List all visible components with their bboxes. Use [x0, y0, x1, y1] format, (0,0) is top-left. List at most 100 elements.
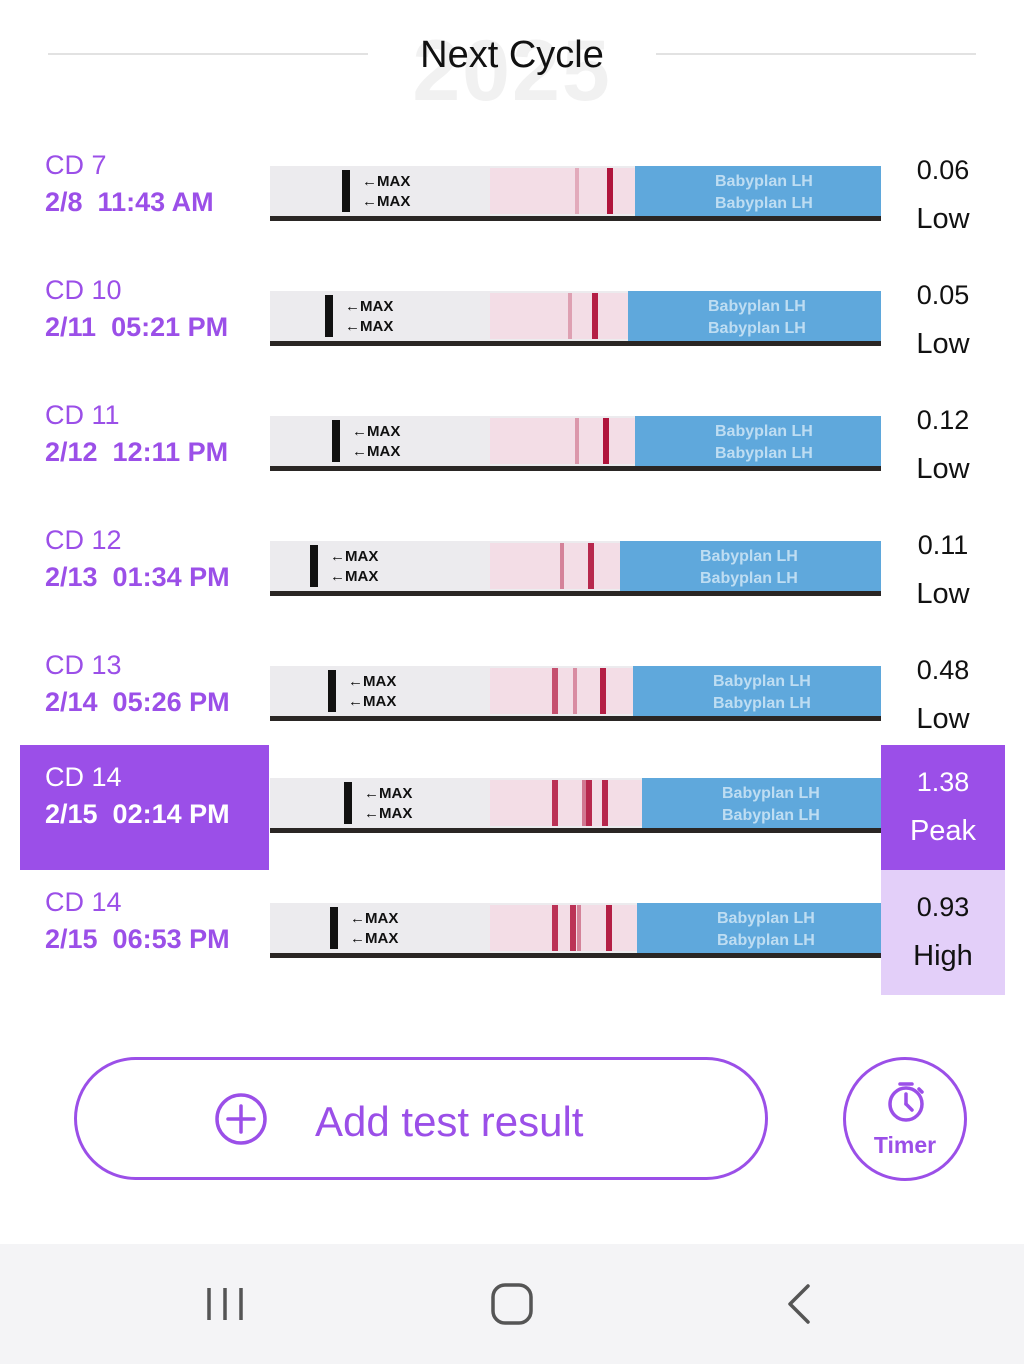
test-strip-graphic: ←MAX ←MAX Babyplan LH Babyplan LH — [270, 541, 881, 596]
lh-level-label: Low — [916, 328, 970, 360]
strip-handle-mark — [325, 295, 333, 337]
cycle-day-label: CD 13 — [45, 650, 122, 680]
test-strip-graphic: ←MAX ←MAX Babyplan LH Babyplan LH — [270, 291, 881, 346]
strip-max-label: ←MAX — [350, 910, 398, 927]
strip-shadow — [270, 216, 881, 221]
test-strip-image[interactable]: ←MAX ←MAX Babyplan LH Babyplan LH — [270, 541, 881, 596]
lh-ratio-value: 0.06 — [916, 155, 970, 185]
stopwatch-icon — [888, 1082, 924, 1122]
back-icon[interactable] — [776, 1282, 824, 1326]
test-strip-graphic: ←MAX ←MAX Babyplan LH Babyplan LH — [270, 166, 881, 221]
test-strip-image[interactable]: ←MAX ←MAX Babyplan LH Babyplan LH — [270, 778, 881, 833]
strip-test-line — [603, 418, 609, 464]
strip-sample-zone — [490, 293, 628, 339]
strip-handle-mark — [330, 907, 338, 949]
strip-test-line — [586, 780, 592, 826]
strip-sample-zone — [490, 543, 620, 589]
lh-test-log-screen: 2025 Next Cycle CD 7 2/8 11:43 AM ←MAX ←M… — [0, 0, 1024, 1364]
test-entry-row[interactable]: CD 11 2/12 12:11 PM ←MAX ←MAX Babyplan LH B… — [0, 383, 1024, 508]
recent-apps-icon[interactable] — [201, 1282, 249, 1326]
test-datetime: 2/14 05:26 PM — [45, 687, 230, 717]
strip-test-line — [552, 905, 558, 951]
strip-brand-text: Babyplan LH — [722, 785, 820, 802]
cycle-day-label: CD 11 — [45, 400, 120, 430]
test-entry-row[interactable]: CD 13 2/14 05:26 PM ←MAX ←MAX Babyplan LH B… — [0, 633, 1024, 758]
cycle-day-label: CD 14 — [45, 887, 122, 917]
test-datetime: 2/12 12:11 PM — [45, 437, 229, 467]
strip-test-line — [607, 168, 613, 214]
strip-sample-zone — [490, 668, 633, 714]
lh-level-label: Low — [916, 578, 970, 610]
strip-test-line — [552, 668, 558, 714]
entry-date-cell: CD 12 2/13 01:34 PM — [20, 508, 269, 633]
strip-shadow — [270, 341, 881, 346]
test-strip-image[interactable]: ←MAX ←MAX Babyplan LH Babyplan LH — [270, 666, 881, 721]
entry-result-cell: 0.05 Low — [881, 258, 1005, 383]
entry-date-cell: CD 11 2/12 12:11 PM — [20, 383, 269, 508]
test-datetime: 2/13 01:34 PM — [45, 562, 230, 592]
strip-test-line — [592, 293, 598, 339]
strip-shadow — [270, 466, 881, 471]
strip-brand-text: Babyplan LH — [715, 195, 813, 212]
test-entry-row[interactable]: CD 12 2/13 01:34 PM ←MAX ←MAX Babyplan LH B… — [0, 508, 1024, 633]
test-datetime: 2/11 05:21 PM — [45, 312, 229, 342]
strip-control-line — [573, 668, 577, 714]
lh-level-label: Low — [916, 453, 970, 485]
strip-handle-mark — [328, 670, 336, 712]
strip-handle-mark — [342, 170, 350, 212]
strip-test-line — [600, 668, 606, 714]
strip-max-label: ←MAX — [362, 193, 410, 210]
lh-level-label: High — [913, 940, 973, 972]
strip-test-line — [602, 780, 608, 826]
plus-circle-icon — [215, 1093, 267, 1145]
test-strip-image[interactable]: ←MAX ←MAX Babyplan LH Babyplan LH — [270, 291, 881, 346]
strip-test-line — [606, 905, 612, 951]
strip-handle-mark — [310, 545, 318, 587]
test-entry-row[interactable]: CD 10 2/11 05:21 PM ←MAX ←MAX Babyplan LH B… — [0, 258, 1024, 383]
entry-result-cell-peak: 1.38 Peak — [881, 745, 1005, 870]
entry-result-cell: 0.12 Low — [881, 383, 1005, 508]
cycle-day-label: CD 7 — [45, 150, 107, 180]
strip-test-line — [552, 780, 558, 826]
strip-handle-mark — [332, 420, 340, 462]
strip-sample-zone — [490, 905, 637, 951]
lh-ratio-value: 0.11 — [917, 530, 969, 560]
test-entry-row[interactable]: CD 7 2/8 11:43 AM ←MAX ←MAX Babyplan LH Bab… — [0, 133, 1024, 258]
test-strip-graphic: ←MAX ←MAX Babyplan LH Babyplan LH — [270, 416, 881, 471]
cycle-day-label: CD 12 — [45, 525, 122, 555]
strip-control-line — [575, 418, 579, 464]
timer-button[interactable]: Timer — [843, 1057, 967, 1181]
test-strip-image[interactable]: ←MAX ←MAX Babyplan LH Babyplan LH — [270, 903, 881, 958]
strip-test-line — [588, 543, 594, 589]
strip-control-line — [582, 780, 586, 826]
cycle-title[interactable]: Next Cycle — [0, 34, 1024, 77]
strip-control-line — [575, 168, 579, 214]
add-test-result-button[interactable]: Add test result — [74, 1057, 768, 1180]
lh-ratio-value: 1.38 — [916, 767, 970, 797]
strip-brand-text: Babyplan LH — [722, 807, 820, 824]
lh-ratio-value: 0.05 — [916, 280, 970, 310]
strip-brand-text: Babyplan LH — [713, 673, 811, 690]
lh-level-label: Peak — [909, 815, 977, 847]
test-entry-row[interactable]: CD 14 2/15 06:53 PM ←MAX ←MAX Babyplan LH B… — [0, 870, 1024, 995]
cycle-header: 2025 Next Cycle — [0, 0, 1024, 119]
strip-brand-text: Babyplan LH — [708, 320, 806, 337]
home-icon[interactable] — [488, 1282, 536, 1326]
strip-brand-text: Babyplan LH — [717, 932, 815, 949]
test-datetime: 2/15 02:14 PM — [45, 799, 230, 829]
strip-brand-text: Babyplan LH — [700, 570, 798, 587]
strip-max-label: ←MAX — [362, 173, 410, 190]
strip-control-line — [560, 543, 564, 589]
test-strip-image[interactable]: ←MAX ←MAX Babyplan LH Babyplan LH — [270, 166, 881, 221]
entry-date-cell: CD 14 2/15 02:14 PM — [20, 745, 269, 870]
test-strip-image[interactable]: ←MAX ←MAX Babyplan LH Babyplan LH — [270, 416, 881, 471]
strip-brand-text: Babyplan LH — [715, 423, 813, 440]
test-entry-row-selected[interactable]: CD 14 2/15 02:14 PM ←MAX ←MAX Babyplan LH B… — [0, 745, 1024, 870]
cycle-day-label: CD 14 — [45, 762, 122, 792]
strip-max-label: ←MAX — [364, 805, 412, 822]
strip-shadow — [270, 591, 881, 596]
strip-max-label: ←MAX — [348, 673, 396, 690]
entry-date-cell: CD 14 2/15 06:53 PM — [20, 870, 269, 995]
strip-brand-text: Babyplan LH — [713, 695, 811, 712]
test-strip-graphic: ←MAX ←MAX Babyplan LH Babyplan LH — [270, 778, 881, 833]
